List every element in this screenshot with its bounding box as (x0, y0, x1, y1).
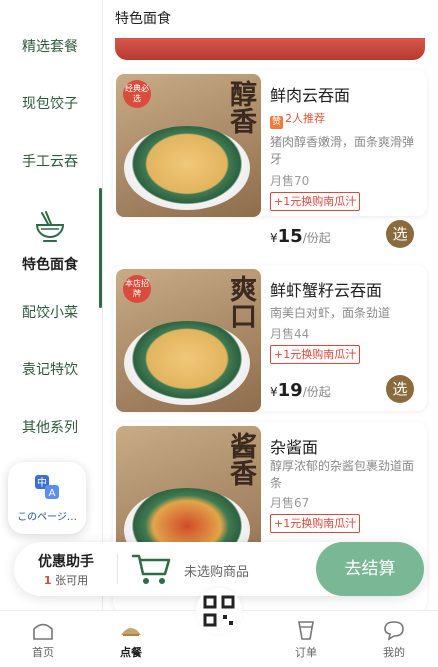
product-image[interactable]: 经典必选 醇香 (116, 74, 261, 217)
sidebar-item-label: 手工云吞 (22, 154, 78, 170)
tab-label: 点餐 (120, 646, 142, 659)
chat-bubble-icon (384, 621, 404, 641)
noodle-bowl-icon (35, 211, 65, 242)
sidebar-item-label: 精选套餐 (22, 39, 78, 55)
coupon-available: 1 张可用 (43, 574, 89, 587)
wonton-bowl-illustration (124, 126, 250, 210)
product-card[interactable]: 经典必选 醇香 鲜肉云吞面 赞 2人推荐 猪肉醇香嫩滑，面条爽滑弹牙 月售70 +… (113, 70, 427, 217)
sidebar-item-label: 配饺小菜 (22, 305, 78, 321)
product-price: ¥15/份起 (270, 226, 331, 247)
scan-button[interactable] (196, 588, 242, 634)
sidebar-item-noodles[interactable]: 特色面食 (0, 210, 100, 274)
thumbs-up-icon: 赞 (270, 116, 283, 129)
product-name: 鲜肉云吞面 (270, 86, 351, 105)
monthly-sales: 月售67 (270, 496, 310, 510)
monthly-sales: 月售70 (270, 174, 310, 188)
sidebar-item-wontons[interactable]: 手工云吞 (0, 151, 100, 171)
tab-orders[interactable]: 订单 (276, 619, 336, 660)
cart-status: 未选购商品 (184, 565, 250, 580)
sidebar-item-side-dishes[interactable]: 配饺小菜 (0, 302, 100, 322)
shopping-cart-icon[interactable] (131, 552, 171, 586)
promo-tag: +1元换购南瓜汁 (270, 192, 361, 211)
qr-code-icon (203, 595, 235, 627)
promo-tag: +1元换购南瓜汁 (270, 514, 361, 533)
wonton-bowl-illustration (124, 321, 250, 405)
sidebar-item-label: 现包饺子 (22, 96, 78, 112)
sidebar-item-others[interactable]: 其他系列 (0, 417, 100, 437)
promo-banner[interactable] (115, 38, 425, 60)
select-button[interactable]: 选 (386, 375, 414, 403)
sidebar-item-dumplings[interactable]: 现包饺子 (0, 93, 100, 113)
product-description: 醇厚浓郁的杂酱包裹劲道面条 (270, 459, 415, 490)
cup-icon (298, 621, 314, 640)
divider (117, 554, 118, 584)
tab-profile[interactable]: 我的 (364, 619, 424, 660)
product-image-slogan: 酱香 (225, 432, 256, 486)
svg-text:A: A (49, 488, 56, 499)
translate-label: このページ… (17, 512, 77, 523)
home-icon (33, 623, 53, 640)
coupon-helper[interactable]: 优惠助手 1 张可用 (14, 542, 118, 596)
tab-label: 我的 (383, 646, 405, 659)
product-image-badge: 经典必选 (123, 80, 151, 108)
sidebar-item-label: 袁记特饮 (22, 362, 78, 378)
product-list[interactable]: 特色面食 经典必选 醇香 鲜肉云吞面 赞 2人推荐 猪肉醇香嫩滑，面条爽滑弹牙 月… (103, 0, 438, 610)
tab-label: 首页 (32, 646, 54, 659)
checkout-button[interactable]: 去结算 (316, 542, 424, 596)
sidebar-item-set-meals[interactable]: 精选套餐 (0, 36, 100, 56)
product-image[interactable]: 本店招牌 爽口 (116, 269, 261, 412)
tab-order-food[interactable]: 点餐 (101, 619, 161, 660)
product-image-badge: 本店招牌 (123, 275, 151, 303)
recommend-tag: 赞 2人推荐 (270, 112, 325, 129)
product-image-slogan: 爽口 (225, 275, 256, 329)
product-info: 鲜肉云吞面 赞 2人推荐 猪肉醇香嫩滑，面条爽滑弹牙 月售70 +1元换购南瓜汁 (270, 70, 420, 216)
dumpling-icon (121, 628, 141, 636)
product-name: 杂酱面 (270, 438, 319, 457)
select-button[interactable]: 选 (386, 220, 414, 248)
product-description: 南美白对虾，面条劲道 (270, 306, 391, 320)
product-description: 猪肉醇香嫩滑，面条爽滑弹牙 (270, 135, 415, 166)
monthly-sales: 月售44 (270, 327, 310, 341)
tab-home[interactable]: 首页 (13, 619, 73, 660)
promo-tag: +1元换购南瓜汁 (270, 345, 361, 364)
sidebar-active-indicator (99, 188, 102, 308)
sidebar-item-label: 特色面食 (22, 257, 78, 273)
product-price: ¥19/份起 (270, 380, 331, 401)
section-title: 特色面食 (115, 11, 171, 27)
product-name: 鲜虾蟹籽云吞面 (270, 281, 383, 300)
sidebar-item-drinks[interactable]: 袁记特饮 (0, 359, 100, 379)
sidebar-item-label: 其他系列 (22, 420, 78, 436)
coupon-title: 优惠助手 (38, 554, 94, 570)
tab-label: 订单 (295, 646, 317, 659)
translate-icon: 中 A (35, 475, 59, 499)
product-image-slogan: 醇香 (225, 80, 256, 134)
translate-page-button[interactable]: 中 A このページ… (8, 462, 86, 534)
